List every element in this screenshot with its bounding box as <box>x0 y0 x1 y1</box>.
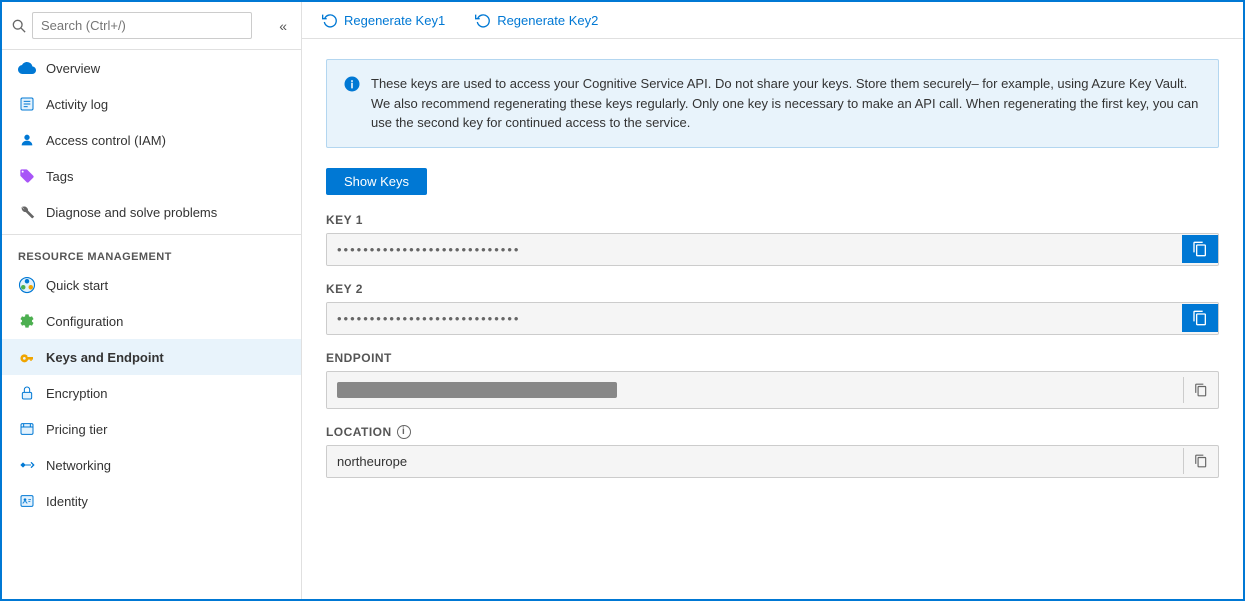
resource-management-label: RESOURCE MANAGEMENT <box>2 239 301 267</box>
sidebar-item-pricing-tier-label: Pricing tier <box>46 422 107 437</box>
endpoint-section: ENDPOINT <box>326 351 1219 409</box>
key2-value: •••••••••••••••••••••••••••• <box>327 303 1182 334</box>
sidebar-item-activity-log-label: Activity log <box>46 97 108 112</box>
location-value: northeurope <box>327 446 1183 477</box>
key1-field-row: •••••••••••••••••••••••••••• <box>326 233 1219 266</box>
sidebar-item-keys-endpoint-label: Keys and Endpoint <box>46 350 164 365</box>
regenerate-key2-label: Regenerate Key2 <box>497 13 598 28</box>
search-box: « <box>2 2 301 50</box>
sidebar-item-identity-label: Identity <box>46 494 88 509</box>
regenerate-key1-button[interactable]: Regenerate Key1 <box>322 12 445 28</box>
sidebar-item-quick-start[interactable]: Quick start <box>2 267 301 303</box>
endpoint-label: ENDPOINT <box>326 351 1219 365</box>
key2-label: KEY 2 <box>326 282 1219 296</box>
user-icon <box>18 131 36 149</box>
search-icon <box>12 19 26 33</box>
sidebar-item-networking-label: Networking <box>46 458 111 473</box>
key2-copy-button[interactable] <box>1182 304 1218 332</box>
collapse-button[interactable]: « <box>275 16 291 36</box>
network-icon <box>18 456 36 474</box>
key2-field-row: •••••••••••••••••••••••••••• <box>326 302 1219 335</box>
tag-icon <box>18 167 36 185</box>
regenerate-key1-icon <box>322 12 338 28</box>
endpoint-redacted-bar <box>337 382 617 398</box>
location-info-icon: i <box>397 425 411 439</box>
key-icon <box>18 348 36 366</box>
sidebar-item-overview[interactable]: Overview <box>2 50 301 86</box>
regenerate-key2-button[interactable]: Regenerate Key2 <box>475 12 598 28</box>
sidebar-item-access-control[interactable]: Access control (IAM) <box>2 122 301 158</box>
sidebar-item-overview-label: Overview <box>46 61 100 76</box>
nav-divider <box>2 234 301 235</box>
sidebar-item-diagnose[interactable]: Diagnose and solve problems <box>2 194 301 230</box>
sidebar-item-diagnose-label: Diagnose and solve problems <box>46 205 217 220</box>
log-icon <box>18 95 36 113</box>
copy-icon <box>1192 241 1208 257</box>
sidebar-item-identity[interactable]: Identity <box>2 483 301 519</box>
endpoint-field-row <box>326 371 1219 409</box>
copy-icon-3 <box>1194 383 1208 397</box>
cloud-icon <box>18 59 36 77</box>
quickstart-icon <box>18 276 36 294</box>
identity-icon <box>18 492 36 510</box>
config-icon <box>18 312 36 330</box>
location-copy-button[interactable] <box>1183 448 1218 474</box>
sidebar-item-activity-log[interactable]: Activity log <box>2 86 301 122</box>
key1-value: •••••••••••••••••••••••••••• <box>327 234 1182 265</box>
key1-section: KEY 1 •••••••••••••••••••••••••••• <box>326 213 1219 266</box>
info-box-text: These keys are used to access your Cogni… <box>371 74 1202 133</box>
pricing-icon <box>18 420 36 438</box>
wrench-icon <box>18 203 36 221</box>
toolbar: Regenerate Key1 Regenerate Key2 <box>302 2 1243 39</box>
location-section: LOCATION i northeurope <box>326 425 1219 478</box>
endpoint-value <box>327 372 1183 408</box>
sidebar-item-encryption[interactable]: Encryption <box>2 375 301 411</box>
info-icon <box>343 75 361 133</box>
sidebar-item-networking[interactable]: Networking <box>2 447 301 483</box>
info-box: These keys are used to access your Cogni… <box>326 59 1219 148</box>
location-label: LOCATION i <box>326 425 1219 439</box>
sidebar-item-keys-endpoint[interactable]: Keys and Endpoint <box>2 339 301 375</box>
copy-icon-4 <box>1194 454 1208 468</box>
location-field-row: northeurope <box>326 445 1219 478</box>
copy-icon-2 <box>1192 310 1208 326</box>
endpoint-copy-button[interactable] <box>1183 377 1218 403</box>
sidebar-item-configuration[interactable]: Configuration <box>2 303 301 339</box>
key1-label: KEY 1 <box>326 213 1219 227</box>
sidebar-item-configuration-label: Configuration <box>46 314 123 329</box>
sidebar-item-pricing-tier[interactable]: Pricing tier <box>2 411 301 447</box>
sidebar-item-access-control-label: Access control (IAM) <box>46 133 166 148</box>
sidebar-item-tags-label: Tags <box>46 169 73 184</box>
sidebar-item-quick-start-label: Quick start <box>46 278 108 293</box>
search-input[interactable] <box>32 12 252 39</box>
show-keys-button[interactable]: Show Keys <box>326 168 427 195</box>
key1-copy-button[interactable] <box>1182 235 1218 263</box>
regenerate-key1-label: Regenerate Key1 <box>344 13 445 28</box>
sidebar: « Overview Activity log Access control (… <box>2 2 302 599</box>
sidebar-item-tags[interactable]: Tags <box>2 158 301 194</box>
content-body: These keys are used to access your Cogni… <box>302 39 1243 599</box>
regenerate-key2-icon <box>475 12 491 28</box>
main-content: Regenerate Key1 Regenerate Key2 These ke… <box>302 2 1243 599</box>
sidebar-item-encryption-label: Encryption <box>46 386 107 401</box>
key2-section: KEY 2 •••••••••••••••••••••••••••• <box>326 282 1219 335</box>
lock-icon <box>18 384 36 402</box>
